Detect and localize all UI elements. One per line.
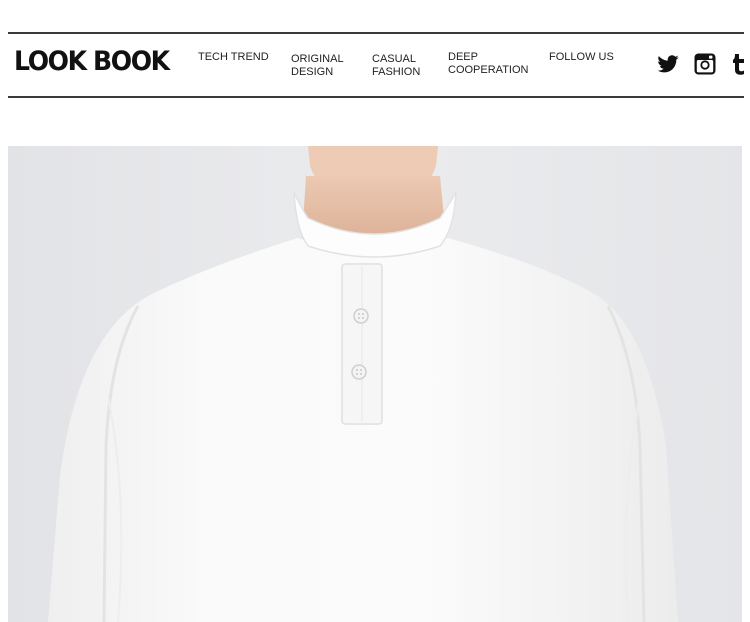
nav-tech-trend-label: TECH TREND (198, 51, 269, 63)
nav-casual-fashion[interactable]: CASUAL FASHION (372, 53, 420, 79)
header-top-rule (8, 32, 744, 34)
nav-casual-fashion-label-line2: FASHION (372, 66, 421, 78)
instagram-icon[interactable] (693, 52, 717, 76)
nav-original-design-label-line2: DESIGN (291, 66, 334, 78)
product-photo-illustration (8, 146, 742, 622)
nav-deep-cooperation-label-line2: COOPERATION (448, 64, 529, 76)
twitter-icon[interactable] (656, 52, 680, 76)
nav-casual-fashion-label-line1: CASUAL (372, 53, 417, 65)
nav-deep-cooperation-label-line1: DEEP (448, 51, 478, 63)
header-bottom-rule (8, 96, 744, 98)
tumblr-icon[interactable] (728, 52, 750, 76)
nav-original-design[interactable]: ORIGINAL DESIGN (291, 53, 344, 79)
nav-deep-cooperation[interactable]: DEEP COOPERATION (448, 51, 528, 77)
nav-tech-trend[interactable]: TECH TREND (198, 51, 269, 64)
brand-logo[interactable]: LOOK BOOK (14, 46, 170, 77)
nav-follow-us[interactable]: FOLLOW US (549, 51, 614, 64)
product-photo (8, 146, 742, 622)
nav-follow-us-label: FOLLOW US (549, 51, 614, 63)
nav-original-design-label-line1: ORIGINAL (291, 53, 344, 65)
